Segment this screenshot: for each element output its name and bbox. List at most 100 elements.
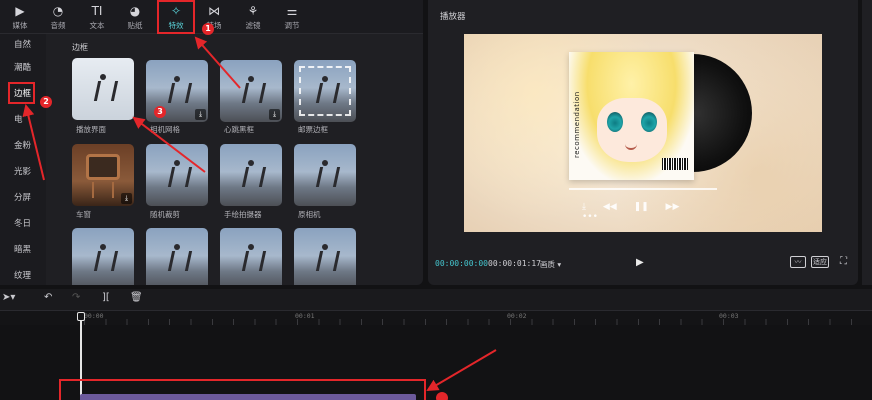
delete-icon[interactable]: 🗑 xyxy=(130,292,143,303)
sidebar-item-gold[interactable]: 金粉 xyxy=(0,137,46,155)
annotation-step-4 xyxy=(436,392,448,400)
dancer-figure xyxy=(168,244,186,274)
pause-icon: ❚❚ xyxy=(633,202,649,212)
effect-tile-random-crop[interactable] xyxy=(146,144,208,206)
current-time: 00:00:00:00 xyxy=(435,259,488,268)
dancer-figure xyxy=(242,160,260,190)
more-icon: ••• xyxy=(582,212,598,222)
effect-tile-label: 心跳黑框 xyxy=(224,125,254,134)
effect-tile-label: 车窗 xyxy=(76,210,91,219)
download-icon: ⤓ xyxy=(582,202,586,212)
effect-tile[interactable] xyxy=(72,228,134,285)
dancer-figure xyxy=(316,244,334,274)
effect-tile-label: 随机裁剪 xyxy=(150,210,180,219)
album-cover: recommendation xyxy=(569,52,694,180)
sticker-icon: ◕ xyxy=(129,4,141,18)
fullscreen-icon[interactable]: ⛶ xyxy=(840,256,847,267)
dancer-figure xyxy=(242,76,260,106)
anime-eye-right xyxy=(641,112,657,132)
next-icon: ▶▶ xyxy=(665,202,680,212)
dancer-figure xyxy=(94,244,112,274)
effect-tile-label: 原相机 xyxy=(298,210,321,219)
anime-face xyxy=(597,98,667,162)
tool-adjust[interactable]: ⚌ 调节 xyxy=(274,0,310,34)
barcode xyxy=(662,158,688,170)
tool-audio-label: 音频 xyxy=(50,21,66,30)
annotation-step-2: 2 xyxy=(40,96,52,108)
select-cursor-icon[interactable]: ➤▾ xyxy=(2,292,15,303)
ruler-mark: 00:02 xyxy=(507,312,527,320)
effect-tile-original-camera[interactable] xyxy=(294,144,356,206)
sidebar-item-winter[interactable]: 冬日 xyxy=(0,215,46,233)
sidebar-item-dark[interactable]: 暗黑 xyxy=(0,241,46,259)
sidebar-item-texture[interactable]: 纹理 xyxy=(0,267,46,285)
cover-side-text: recommendation xyxy=(573,91,581,158)
effect-tile-stamp-border[interactable] xyxy=(294,60,356,122)
annotation-box-border-category xyxy=(8,82,35,104)
effect-tile-label: 播放界面 xyxy=(76,125,106,134)
waveform-icon[interactable]: 〰 xyxy=(790,256,806,268)
effect-tile[interactable] xyxy=(146,228,208,285)
play-button[interactable]: ▶ xyxy=(636,257,644,268)
sidebar-item-light[interactable]: 光影 xyxy=(0,163,46,181)
tool-text[interactable]: TI 文本 xyxy=(79,0,115,34)
undo-icon[interactable]: ↶ xyxy=(44,292,52,303)
preview-viewport[interactable]: recommendation ⤓ ◀◀ ❚❚ ▶▶ ••• xyxy=(464,34,822,232)
playhead-handle[interactable] xyxy=(77,312,85,321)
transition-icon: ⋈ xyxy=(208,4,220,18)
tool-filter[interactable]: ⚘ 滤镜 xyxy=(235,0,271,34)
player-title: 播放器 xyxy=(440,12,466,22)
tv-stand xyxy=(92,182,114,198)
ruler-mark: 00:03 xyxy=(719,312,739,320)
details-panel-edge xyxy=(862,0,872,285)
tool-audio[interactable]: ◔ 音频 xyxy=(40,0,76,34)
effect-tile-label: 邮票边框 xyxy=(298,125,328,134)
timeline-ruler[interactable]: 00:00 00:01 00:02 00:03 xyxy=(0,311,872,325)
arrow-to-clip xyxy=(426,349,497,392)
sidebar-item-nature[interactable]: 自然 xyxy=(0,36,46,54)
aspect-ratio-button[interactable]: 适应 xyxy=(811,256,829,268)
effect-tile-play-ui[interactable] xyxy=(72,58,134,120)
video-editor-window: ▶ 媒体 ◔ 音频 TI 文本 ◕ 贴纸 ✧ 特效 ⋈ 转场 ⚘ 滤镜 ⚌ 调节… xyxy=(0,0,872,400)
effect-tile-label: 手绘拍摄器 xyxy=(224,210,262,219)
dancer-figure xyxy=(168,160,186,190)
sidebar-item-electric[interactable]: 电 xyxy=(0,111,46,129)
ruler-mark: 00:00 xyxy=(84,312,104,320)
overlay-controls: ⤓ ◀◀ ❚❚ ▶▶ ••• xyxy=(582,202,712,222)
effect-tile-heartbeat-frame[interactable]: ⤓ xyxy=(220,60,282,122)
sidebar-item-split[interactable]: 分屏 xyxy=(0,189,46,207)
effect-category-sidebar: 自然 潮酷 边框 电 金粉 光影 分屏 冬日 暗黑 纹理 xyxy=(0,34,46,285)
dancer-figure xyxy=(242,244,260,274)
annotation-box-effects-tab xyxy=(157,0,195,34)
timeline-toolbar: ➤▾ ↶ ↷ ][ 🗑 xyxy=(0,289,872,311)
split-icon[interactable]: ][ xyxy=(102,292,110,303)
tool-media-label: 媒体 xyxy=(12,21,28,30)
tool-media[interactable]: ▶ 媒体 xyxy=(2,0,38,34)
effect-tile-car-window[interactable]: ⤓ xyxy=(72,144,134,206)
ruler-mark: 00:01 xyxy=(295,312,315,320)
filter-icon: ⚘ xyxy=(247,4,259,18)
sidebar-item-cool[interactable]: 潮酷 xyxy=(0,59,46,77)
tool-sticker[interactable]: ◕ 贴纸 xyxy=(117,0,153,34)
redo-icon[interactable]: ↷ xyxy=(72,292,80,303)
previous-icon: ◀◀ xyxy=(602,202,617,212)
media-icon: ▶ xyxy=(15,4,25,18)
adjust-icon: ⚌ xyxy=(286,4,298,18)
dancer-figure xyxy=(94,74,112,104)
annotation-step-1: 1 xyxy=(202,23,214,35)
effect-tile[interactable] xyxy=(294,228,356,285)
audio-icon: ◔ xyxy=(52,4,64,18)
effect-tile[interactable] xyxy=(220,228,282,285)
quality-dropdown[interactable]: 画质 ▾ xyxy=(540,259,561,270)
download-icon[interactable]: ⤓ xyxy=(121,193,132,204)
text-icon: TI xyxy=(91,4,103,18)
download-icon[interactable]: ⤓ xyxy=(269,109,280,120)
resource-panel: ▶ 媒体 ◔ 音频 TI 文本 ◕ 贴纸 ✧ 特效 ⋈ 转场 ⚘ 滤镜 ⚌ 调节… xyxy=(0,0,423,285)
tool-sticker-label: 贴纸 xyxy=(127,21,143,30)
dancer-figure xyxy=(316,160,334,190)
effect-tile-hand-camera[interactable] xyxy=(220,144,282,206)
tool-filter-label: 滤镜 xyxy=(245,21,261,30)
section-title: 边框 xyxy=(72,43,88,52)
download-icon[interactable]: ⤓ xyxy=(195,109,206,120)
dancer-figure xyxy=(316,76,334,106)
